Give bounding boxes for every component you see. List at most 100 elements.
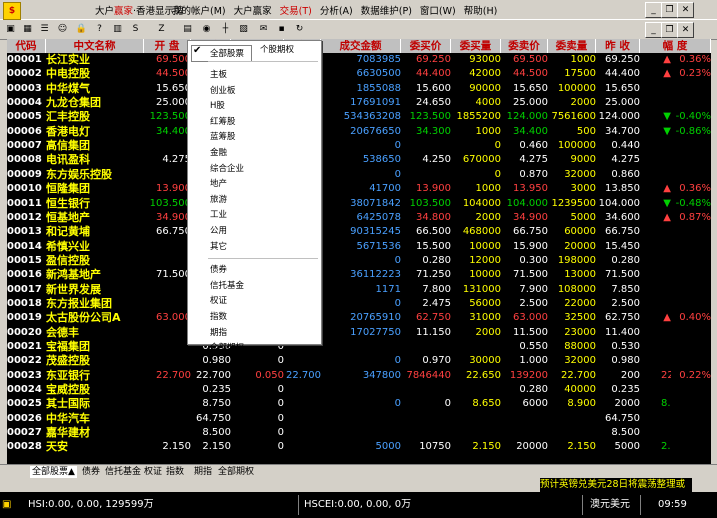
dropdown-item[interactable]: 期指 (210, 326, 227, 338)
save-icon[interactable]: ▪ (274, 22, 289, 36)
column-header[interactable]: 成交金额 (321, 39, 401, 53)
chart-icon[interactable]: ▥ (110, 22, 125, 36)
grid-icon[interactable]: ▦ (20, 22, 35, 36)
sheet-tab[interactable]: 全部股票▲ (30, 466, 77, 478)
table-row[interactable]: 00026 中华汽车 64.750 0 64.750 (7, 412, 711, 426)
table-row[interactable]: 00020会德丰14990001702775011.150200011.5002… (7, 326, 711, 340)
sheet-tab[interactable]: 权证 (144, 466, 162, 478)
table-row[interactable]: 00008电讯盈科4.2754.2751260005386504.2506700… (7, 153, 711, 167)
dropdown-item[interactable]: 权证 (210, 294, 227, 306)
cell-value: 123.500 (409, 111, 451, 123)
table-row[interactable]: 00005汇丰控股123.500123.50043147005343632081… (7, 110, 711, 124)
dropdown-item[interactable]: 创业板 (210, 84, 236, 96)
table-row[interactable]: 00022 茂盛控股 0.980 0 0 0.970 30000 1.000 32000 0.98… (7, 354, 711, 368)
table-row[interactable]: 00011恒生银行103.500103.50036743238071842103… (7, 197, 711, 211)
dropdown-item[interactable]: 蓝筹股 (210, 130, 236, 142)
dropdown-item[interactable]: 债券 (210, 263, 227, 275)
dropdown-item[interactable]: 主板 (210, 68, 227, 80)
table-row[interactable]: 00002中电控股44.50044.500149000663050044.400… (7, 67, 711, 81)
close-button[interactable]: ✕ (677, 2, 694, 18)
dropdown-item[interactable]: 地产 (210, 177, 227, 189)
dropdown-item[interactable]: H股 (210, 99, 225, 111)
sheet-tab[interactable]: 全部期权 (218, 466, 254, 478)
column-header[interactable]: 昨 收 (596, 39, 640, 53)
minimize-button[interactable]: _ (645, 2, 662, 18)
sheet-tab[interactable]: 期指 (194, 466, 212, 478)
refresh-icon[interactable]: ↻ (292, 22, 307, 36)
sheet-tab[interactable]: 指数 (166, 466, 184, 478)
table-row[interactable]: 00015盈信控股000.280120000.3001980000.280 (7, 254, 711, 268)
change-percent (664, 225, 711, 239)
column-header[interactable]: 委卖量 (548, 39, 596, 53)
dropdown-item[interactable]: 红筹股 (210, 115, 236, 127)
table-row[interactable]: 00012恒基地产34.90034.900185000642507834.800… (7, 211, 711, 225)
menu-item-6[interactable]: 帮助(H) (464, 6, 498, 17)
table-row[interactable]: 00001长江实业69.50069.500102000708398569.250… (7, 53, 711, 67)
dropdown-item[interactable]: 旅游 (210, 193, 227, 205)
fx-pair[interactable]: 澳元美元 (590, 497, 630, 512)
dropdown-item[interactable]: 其它 (210, 240, 227, 252)
table-row[interactable]: 00006香港电灯34.40034.4005990002067665034.30… (7, 125, 711, 139)
sheet-tab[interactable]: 债券 (82, 466, 100, 478)
menu-item-5[interactable]: 窗口(W) (420, 6, 456, 17)
table-row[interactable]: 00013和记黄埔66.75066.75013534279031524566.5… (7, 225, 711, 239)
table-row[interactable]: 00014希慎兴业366000567153615.5001000015.9002… (7, 240, 711, 254)
dropdown-item[interactable]: 金融 (210, 146, 227, 158)
table-row[interactable]: 00025其士国际8.7500008.65060008.90020008.750 (7, 397, 711, 411)
table-row[interactable]: 00016新鸿基地产71.50071.5005060003611222371.2… (7, 268, 711, 282)
sh-icon[interactable]: S (128, 22, 143, 36)
lock-icon[interactable]: 🔒 (74, 22, 89, 36)
table-row[interactable]: 00018东方报业集团002.475560002.500220002.500 (7, 297, 711, 311)
column-header[interactable]: 委买量 (451, 39, 501, 53)
table-row[interactable]: 00023 东亚银行 22.700 22.700 0.050 22.700 347800 78… (7, 369, 711, 383)
dropdown-item[interactable]: 指数 (210, 310, 227, 322)
table-row[interactable]: 00017新世界发展15411717.8001310007.9001080007… (7, 283, 711, 297)
kline-icon[interactable]: ┼ (218, 22, 233, 36)
dropdown-item[interactable]: 公用 (210, 224, 227, 236)
column-header[interactable]: 幅 度 (640, 39, 711, 53)
news-ticker[interactable]: 预计英镑兑美元28日将震荡整理或 (540, 478, 692, 492)
user-icon[interactable]: ☺ (55, 22, 70, 36)
dropdown-item[interactable]: 综合企业 (210, 162, 244, 174)
option-category-label[interactable]: 个股期权 (260, 43, 294, 55)
table-row[interactable]: 00009东方娱乐控股0000.870320000.860 (7, 168, 711, 182)
sheet-tab[interactable]: 信托基金 (105, 466, 141, 478)
stock-code: 00023 (7, 369, 42, 381)
monitor-icon[interactable]: ▣ (3, 22, 18, 36)
column-header[interactable]: 代码 (7, 39, 46, 53)
table-row[interactable]: 00024 宝威控股 0.235 0 0.280 40000 0.235 (7, 383, 711, 397)
help-icon[interactable]: ? (92, 22, 107, 36)
list-icon[interactable]: ☰ (37, 22, 52, 36)
column-header[interactable]: 委买价 (401, 39, 451, 53)
restore-button[interactable]: ❐ (661, 2, 678, 18)
column-header[interactable]: 中文名称 (46, 39, 144, 53)
table-row[interactable]: 00007高信集团0000.4601000000.440 (7, 139, 711, 153)
menu-item-3[interactable]: 分析(A) (320, 6, 353, 17)
menu-item-1[interactable]: 大户赢家 (234, 6, 272, 17)
menu-item-4[interactable]: 数据维护(P) (361, 6, 412, 17)
child-minimize-button[interactable]: _ (645, 22, 662, 38)
stock-code: 00009 (7, 168, 42, 180)
menu-item-0[interactable]: 我的帐户(M) (172, 6, 226, 17)
dropdown-item[interactable]: 工业 (210, 208, 227, 220)
table-row[interactable]: 00010恒隆集团13.90013.90030004170013.9001000… (7, 182, 711, 196)
cell-value: 0 (277, 398, 284, 410)
column-header[interactable]: 开 盘 (144, 39, 191, 53)
bulb-icon[interactable]: ◉ (199, 22, 214, 36)
news-icon[interactable]: ✉ (256, 22, 271, 36)
table-row[interactable]: 00027 嘉华建材 8.500 0 8.500 (7, 426, 711, 440)
table-row[interactable]: 00004九龙仓集团25.00025.0007130001769109124.6… (7, 96, 711, 110)
table-row[interactable]: 00003中华煤气15.65015.650118536185508815.600… (7, 82, 711, 96)
table-row[interactable]: 00019太古股份公司A63.00063.0003305002076591062… (7, 311, 711, 325)
table-icon[interactable]: ▤ (180, 22, 195, 36)
child-restore-button[interactable]: ❐ (661, 22, 678, 38)
column-header[interactable]: 委卖价 (501, 39, 548, 53)
table-row[interactable]: 00021 宝福集团 0.530 0 0.550 88000 0.530 (7, 340, 711, 354)
menu-item-2[interactable]: 交易(T) (280, 6, 312, 17)
dropdown-item[interactable]: 信托基金 (210, 279, 244, 291)
table-row[interactable]: 00028 天安 2.150 2.150 0 5000 10750 2.150 20000 2.1… (7, 440, 711, 454)
sz-icon[interactable]: Z (154, 22, 169, 36)
child-close-button[interactable]: ✕ (677, 22, 694, 38)
dropdown-item[interactable]: 全部期权 (210, 341, 244, 353)
multi-icon[interactable]: ▧ (236, 22, 251, 36)
